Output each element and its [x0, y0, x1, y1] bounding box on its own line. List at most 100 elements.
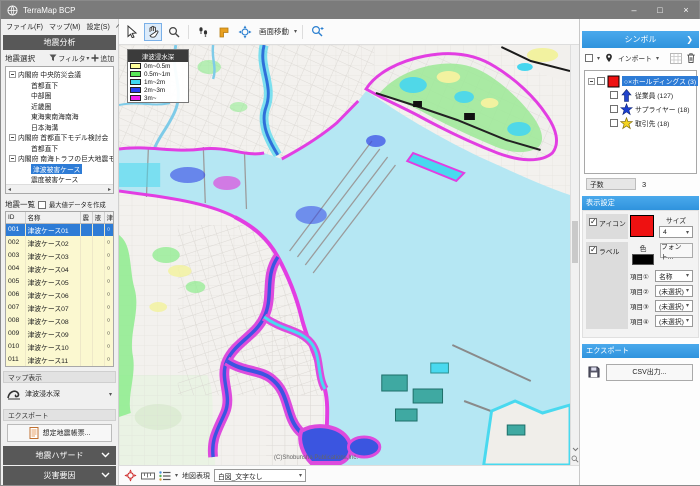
minimize-button[interactable]: – [621, 1, 647, 19]
scroll-right-icon[interactable]: ▸ [108, 186, 111, 193]
field-select[interactable]: (未選択) ▾ [655, 300, 693, 312]
import-label[interactable]: インポート [618, 53, 652, 63]
add-button[interactable]: 追加 [91, 53, 114, 63]
map-display-control[interactable]: 津波浸水深 ▾ [1, 383, 118, 405]
label-color-swatch[interactable] [632, 254, 654, 265]
tree-item[interactable]: 中部圏 [6, 90, 113, 101]
center-position-icon[interactable] [124, 469, 137, 482]
expander-icon[interactable] [588, 78, 595, 85]
icon-color-swatch[interactable] [630, 215, 654, 237]
table-row[interactable]: 010津波ケース10 ○ [6, 340, 114, 353]
table-row[interactable]: 011津波ケース11 ○ [6, 353, 114, 366]
symbol-tree-item[interactable]: ○×ホールディングス (3) [585, 74, 696, 88]
column-header[interactable]: 震 [80, 212, 92, 223]
chevron-down-icon[interactable]: ▾ [294, 28, 297, 35]
pointer-tool-button[interactable] [123, 23, 141, 41]
map-legend: 津波浸水深 0m~0.5m 0.5m~1m [127, 49, 189, 103]
table-row[interactable]: 006津波ケース06 ○ [6, 288, 114, 301]
scroll-left-icon[interactable]: ◂ [8, 186, 11, 193]
column-header[interactable]: 津 [104, 212, 114, 223]
table-row[interactable]: 002津波ケース02 ○ [6, 236, 114, 249]
pan-mode-button[interactable] [236, 23, 254, 41]
tree-item[interactable]: 内閣府 南海トラフの巨大地震モデル検討会 [6, 153, 113, 164]
table-row[interactable]: 004津波ケース04 ○ [6, 262, 114, 275]
column-header[interactable]: 液 [92, 212, 104, 223]
map-canvas[interactable]: 津波浸水深 0m~0.5m 0.5m~1m [119, 45, 579, 465]
zoom-select-tool-button[interactable] [308, 23, 326, 41]
expander-icon[interactable] [9, 134, 16, 141]
tree-item[interactable]: 内閣府 首都直下モデル検討会 [6, 132, 113, 143]
map-style-select[interactable]: 白図_文字なし ▾ [214, 469, 306, 482]
area-select-tool-button[interactable] [215, 23, 233, 41]
max-data-checkbox[interactable] [38, 201, 46, 209]
map-vertical-scrollbar[interactable] [570, 45, 579, 465]
export-settings-header: エクスポート [582, 344, 699, 358]
menu-item[interactable]: 設定(S) [86, 22, 109, 32]
magnifier-icon[interactable] [571, 455, 579, 463]
table-row[interactable]: 003津波ケース03 ○ [6, 249, 114, 262]
table-row[interactable]: 008津波ケース08 ○ [6, 314, 114, 327]
collapsed-section-bar[interactable]: 地震ハザード [3, 446, 116, 465]
symbol-tree-item[interactable]: 従業員 (127) [585, 88, 696, 102]
symbol-checkbox[interactable] [610, 91, 618, 99]
chevron-down-icon[interactable]: ▾ [656, 55, 659, 62]
symbol-checkbox[interactable] [610, 119, 618, 127]
label-field-row: 項目① 名称 ▾ [630, 268, 693, 283]
menu-item[interactable]: マップ(M) [49, 22, 81, 32]
scale-ruler-icon[interactable] [141, 471, 155, 481]
menu-item[interactable]: ファイル(F) [6, 22, 43, 32]
expander-icon[interactable] [9, 71, 16, 78]
tree-item[interactable]: 震度被害ケース [6, 174, 113, 184]
font-button[interactable]: フォント... [660, 243, 693, 258]
table-row[interactable]: 001津波ケース01 ○ [6, 223, 114, 236]
layer-list-icon[interactable] [159, 471, 171, 481]
table-row[interactable]: 007津波ケース07 ○ [6, 301, 114, 314]
zoom-tool-button[interactable] [165, 23, 183, 41]
maximize-button[interactable]: □ [647, 1, 673, 19]
select-all-checkbox[interactable] [585, 54, 593, 62]
column-header[interactable]: 名称 [25, 212, 80, 223]
chevron-down-icon[interactable]: ▾ [597, 55, 600, 62]
scrollbar-thumb[interactable] [572, 221, 578, 263]
tree-item[interactable]: 内閣府 中央防災会議 [6, 69, 113, 80]
expander-icon[interactable] [9, 155, 16, 162]
filter-button[interactable]: フィルタ ▾ [49, 53, 89, 63]
table-row[interactable]: 009津波ケース09 ○ [6, 327, 114, 340]
chevron-down-icon: ▾ [686, 229, 689, 236]
field-select[interactable]: (未選択) ▾ [655, 285, 693, 297]
symbol-tree-item[interactable]: 取引先 (18) [585, 116, 696, 130]
tree-item[interactable]: 東海東南海南海 [6, 111, 113, 122]
column-header[interactable]: ID [6, 212, 25, 223]
chevron-right-icon[interactable]: ❯ [686, 35, 693, 44]
symbol-checkbox[interactable] [610, 105, 618, 113]
symbol-tree-item[interactable]: サプライヤー (18) [585, 102, 696, 116]
pan-hand-tool-button[interactable] [144, 23, 162, 41]
close-button[interactable]: × [673, 1, 699, 19]
tree-item[interactable]: 近畿圏 [6, 101, 113, 112]
tree-item[interactable]: 首都直下 [6, 143, 113, 154]
field-select[interactable]: 名称 ▾ [655, 270, 693, 282]
field-select[interactable]: (未選択) ▾ [655, 315, 693, 327]
symbol-panel-header[interactable]: シンボル ❯ [582, 31, 699, 48]
tree-horizontal-scrollbar[interactable]: ◂ ▸ [6, 184, 113, 193]
trash-icon[interactable] [686, 52, 696, 64]
tree-item[interactable]: 首都直下 [6, 80, 113, 91]
chevron-down-icon[interactable]: ▾ [175, 472, 178, 479]
symbol-checkbox[interactable] [597, 77, 605, 85]
label-checkbox[interactable] [589, 246, 597, 254]
route-tool-button[interactable] [194, 23, 212, 41]
collapsed-section-bar[interactable]: 災害要因 [3, 466, 116, 485]
table-row[interactable]: 005津波ケース05 ○ [6, 275, 114, 288]
icon-checkbox[interactable] [589, 218, 597, 226]
report-export-button[interactable]: 想定地震帳票... [7, 424, 112, 442]
pan-mode-label: 画面移動 [259, 26, 289, 37]
table-icon[interactable] [670, 53, 682, 64]
chevron-down-icon: ▾ [299, 472, 302, 479]
csv-export-button[interactable]: CSV出力... [606, 364, 693, 381]
tree-item[interactable]: 日本海溝 [6, 122, 113, 133]
pin-icon[interactable] [604, 52, 614, 64]
icon-size-select[interactable]: 4 ▾ [659, 226, 693, 238]
tree-item[interactable]: 津波被害ケース [6, 164, 113, 175]
chevron-down-icon[interactable] [572, 447, 579, 452]
earthquake-select-row: 地震選択 フィルタ ▾ 追加 [1, 50, 118, 66]
